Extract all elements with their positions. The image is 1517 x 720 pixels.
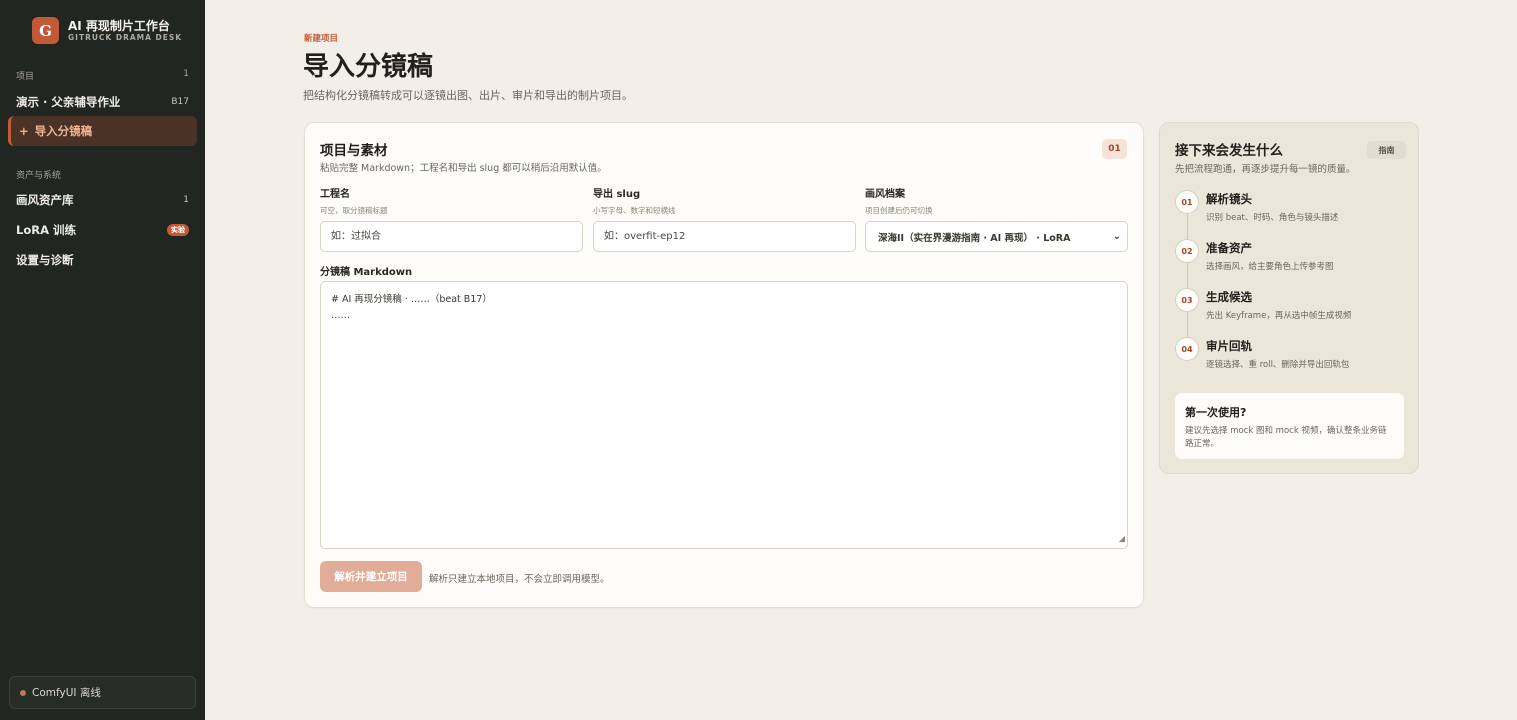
style-select[interactable]: 深海II（实在界漫游指南 · AI 再现） · LoRA ⌄ xyxy=(865,221,1128,252)
timeline-line xyxy=(1187,203,1188,347)
first-use-description: 建议先选择 mock 图和 mock 视频，确认整条业务链路正常。 xyxy=(1185,426,1387,449)
markdown-line: # AI 再现分镜稿 · ……（beat B17） xyxy=(331,294,492,305)
sidebar-item-style-library[interactable]: 画风资产库 1 xyxy=(16,192,189,208)
brand[interactable]: G AI 再现制片工作台 GITRUCK DRAMA DESK xyxy=(32,17,182,44)
guide-panel: 接下来会发生什么 指南 先把流程跑通，再逐步提升每一镜的质量。 01 解析镜头 … xyxy=(1159,122,1419,474)
step-description: 选择画风，给主要角色上传参考图 xyxy=(1206,262,1334,272)
sidebar: G AI 再现制片工作台 GITRUCK DRAMA DESK 项目 1 演示 … xyxy=(0,0,205,720)
guide-subtitle: 先把流程跑通，再逐步提升每一镜的质量。 xyxy=(1175,164,1356,175)
status-dot-icon xyxy=(20,689,26,696)
beat-badge: B17 xyxy=(171,97,189,107)
step-title: 生成候选 xyxy=(1206,290,1252,304)
first-use-title: 第一次使用? xyxy=(1185,406,1247,419)
slug-field: 导出 slug 小写字母、数字和短横线 xyxy=(593,185,856,252)
sidebar-item-label: 演示 · 父亲辅导作业 xyxy=(16,95,121,109)
projects-count: 1 xyxy=(183,69,189,79)
page-title: 导入分镜稿 xyxy=(303,52,434,82)
logo-icon: G xyxy=(32,17,59,44)
step-number: 01 xyxy=(1175,190,1199,214)
status-label: ComfyUI 离线 xyxy=(32,687,101,699)
parse-create-button[interactable]: 解析并建立项目 xyxy=(320,561,422,592)
assets-section-label: 资产与系统 xyxy=(16,171,62,181)
markdown-textarea[interactable]: # AI 再现分镜稿 · ……（beat B17） …… ◢ xyxy=(320,281,1128,549)
step-title: 解析镜头 xyxy=(1206,192,1252,206)
sidebar-item-settings[interactable]: 设置与诊断 xyxy=(16,252,189,268)
sidebar-item-import[interactable]: + 导入分镜稿 xyxy=(8,116,197,146)
guide-title: 接下来会发生什么 xyxy=(1175,143,1283,159)
project-name-input[interactable] xyxy=(320,221,583,252)
first-use-card: 第一次使用? 建议先选择 mock 图和 mock 视频，确认整条业务链路正常。 xyxy=(1175,393,1404,459)
plus-icon: + xyxy=(19,124,29,138)
comfyui-status[interactable]: ComfyUI 离线 xyxy=(9,676,196,709)
card-title: 项目与素材 xyxy=(320,143,388,159)
step-badge: 01 xyxy=(1102,139,1127,159)
step-description: 逐镜选择、重 roll、删除并导出回轨包 xyxy=(1206,360,1350,370)
projects-section-label: 项目 1 xyxy=(16,69,189,82)
step-number: 02 xyxy=(1175,239,1199,263)
step-description: 先出 Keyframe，再从选中帧生成视频 xyxy=(1206,311,1352,321)
step-description: 识别 beat、时码、角色与镜头描述 xyxy=(1206,213,1339,223)
sidebar-item-label: 导入分镜稿 xyxy=(34,124,93,138)
markdown-label: 分镜稿 Markdown xyxy=(320,267,413,278)
style-select-value: 深海II（实在界漫游指南 · AI 再现） · LoRA xyxy=(878,232,1071,244)
submit-note: 解析只建立本地项目，不会立即调用模型。 xyxy=(429,574,610,585)
step-number: 03 xyxy=(1175,288,1199,312)
eyebrow: 新建项目 xyxy=(304,34,339,44)
count-badge: 1 xyxy=(183,195,189,205)
sidebar-item-label: 设置与诊断 xyxy=(16,253,74,267)
sidebar-item-label: LoRA 训练 xyxy=(16,223,76,237)
step-number: 04 xyxy=(1175,337,1199,361)
slug-input[interactable] xyxy=(593,221,856,252)
card-subtitle: 粘贴完整 Markdown；工程名和导出 slug 都可以稍后沿用默认值。 xyxy=(320,163,607,174)
sidebar-item-label: 画风资产库 xyxy=(16,193,74,207)
sidebar-item-lora[interactable]: LoRA 训练 实验 xyxy=(16,222,189,238)
guide-tag[interactable]: 指南 xyxy=(1367,141,1406,159)
style-field: 画风档案 项目创建后仍可切换 深海II（实在界漫游指南 · AI 再现） · L… xyxy=(865,185,1128,252)
markdown-line: …… xyxy=(331,310,350,321)
page-subtitle: 把结构化分镜稿转成可以逐镜出图、出片、审片和导出的制片项目。 xyxy=(303,89,633,102)
step-title: 审片回轨 xyxy=(1206,339,1252,353)
chevron-down-icon: ⌄ xyxy=(1112,231,1121,242)
sidebar-item-project[interactable]: 演示 · 父亲辅导作业 B17 xyxy=(16,94,189,110)
brand-subtitle: GITRUCK DRAMA DESK xyxy=(68,32,183,42)
project-name-field: 工程名 可空，取分镜稿标题 xyxy=(320,185,583,252)
step-title: 准备资产 xyxy=(1206,241,1252,255)
resize-handle-icon[interactable]: ◢ xyxy=(1119,531,1125,547)
project-form-card: 项目与素材 粘贴完整 Markdown；工程名和导出 slug 都可以稍后沿用默… xyxy=(304,122,1144,608)
brand-title: AI 再现制片工作台 xyxy=(68,18,170,33)
experimental-badge: 实验 xyxy=(167,224,189,236)
